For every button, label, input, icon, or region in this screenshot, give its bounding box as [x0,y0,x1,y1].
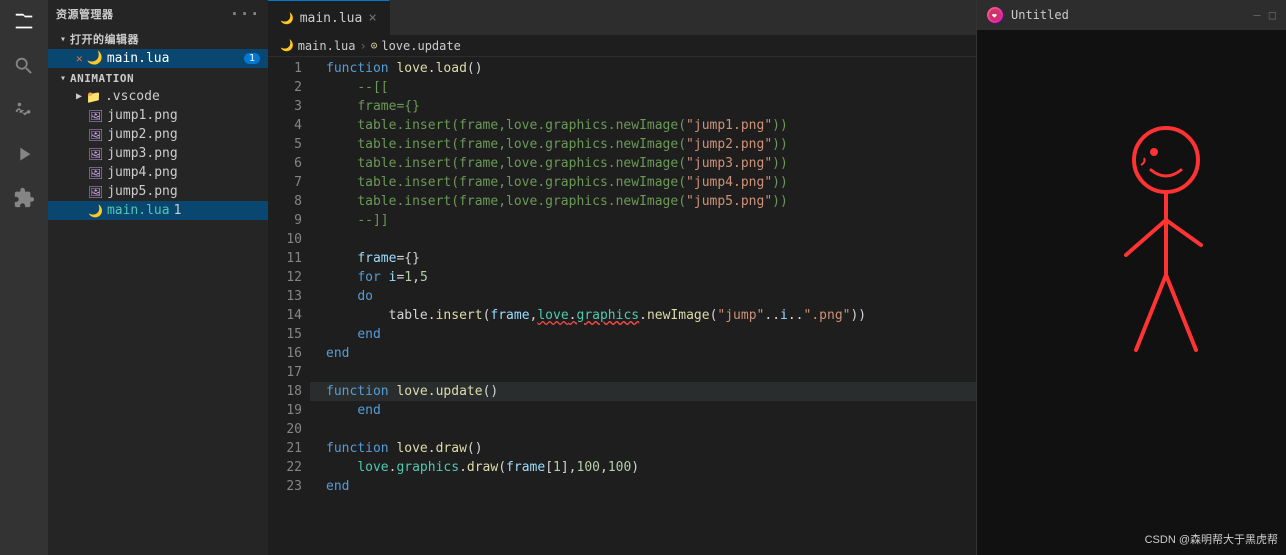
preview-canvas: CSDN @森明帮大于黑虎帮 [977,30,1286,555]
line-numbers: 12345 678910 1112131415 1617181920 21222… [268,57,310,555]
files-icon[interactable] [10,8,38,36]
code-line-10 [310,230,976,249]
preview-titlebar: ❤ Untitled — □ [977,0,1286,30]
watermark: CSDN @森明帮大于黑虎帮 [1145,531,1278,547]
tab-close-icon[interactable]: × [368,10,376,26]
code-line-17 [310,363,976,382]
chevron-down-icon-2: ▾ [60,73,66,84]
code-line-14: table.insert(frame,love.graphics.newImag… [310,306,976,325]
tab-main-lua[interactable]: 🌙 main.lua × [268,0,390,35]
jump5-label: jump5.png [107,184,177,199]
code-line-15: end [310,325,976,344]
animation-folder-label: ANIMATION [70,72,134,85]
code-line-21: function love.draw() [310,439,976,458]
debug-icon[interactable] [10,140,38,168]
png-icon-2: 🖼 [88,128,103,142]
open-file-badge: 1 [244,53,260,64]
lua-file-icon-2: 🌙 [88,204,103,218]
minimize-icon[interactable]: — [1254,8,1261,22]
code-line-8: table.insert(frame,love.graphics.newImag… [310,192,976,211]
lua-icon: 🌙 [87,51,103,66]
source-control-icon[interactable] [10,96,38,124]
vscode-folder[interactable]: ▶ 📁 .vscode [48,87,268,106]
sidebar: 资源管理器 ··· ▾ 打开的编辑器 ✕ 🌙 main.lua 1 ▾ ANIM… [48,0,268,555]
stick-figure [1106,110,1226,390]
code-line-18: function love.update() [310,382,976,401]
lua-file-icon: ✕ [76,52,83,65]
breadcrumb-sep-1: › [360,39,367,53]
code-line-2: --[[ [310,78,976,97]
jump2-label: jump2.png [107,127,177,142]
jump5-png[interactable]: 🖼 jump5.png [48,182,268,201]
open-editors-toggle[interactable]: ▾ 打开的编辑器 [48,29,268,49]
code-line-16: end [310,344,976,363]
code-line-20 [310,420,976,439]
open-file-main-lua[interactable]: ✕ 🌙 main.lua 1 [48,49,268,68]
code-line-13: do [310,287,976,306]
open-file-label: main.lua [107,51,170,66]
tab-lua-icon: 🌙 [280,12,294,25]
animation-folder-section: ▾ ANIMATION ▶ 📁 .vscode 🖼 jump1.png 🖼 ju… [48,70,268,220]
code-line-7: table.insert(frame,love.graphics.newImag… [310,173,976,192]
breadcrumb-file[interactable]: main.lua [298,39,356,53]
preview-title: Untitled [1011,8,1069,22]
code-line-5: table.insert(frame,love.graphics.newImag… [310,135,976,154]
preview-panel: ❤ Untitled — □ CSDN @森明帮大于黑虎帮 [976,0,1286,555]
png-icon-4: 🖼 [88,166,103,180]
tab-bar: 🌙 main.lua × [268,0,976,35]
extensions-icon[interactable] [10,184,38,212]
png-icon-5: 🖼 [88,185,103,199]
png-icon-1: 🖼 [88,109,103,123]
breadcrumb: 🌙 main.lua › ⊙ love.update [268,35,976,57]
sidebar-header: 资源管理器 ··· [48,0,268,27]
code-line-3: frame={} [310,97,976,116]
code-line-6: table.insert(frame,love.graphics.newImag… [310,154,976,173]
svg-text:❤: ❤ [992,11,997,20]
code-line-22: love.graphics.draw(frame[1],100,100) [310,458,976,477]
code-lines[interactable]: function love.load() --[[ frame={} table… [310,57,976,555]
jump1-label: jump1.png [107,108,177,123]
code-editor[interactable]: 12345 678910 1112131415 1617181920 21222… [268,57,976,555]
activity-bar [0,0,48,555]
search-icon[interactable] [10,52,38,80]
open-editors-label: 打开的编辑器 [70,31,139,47]
code-line-23: end [310,477,976,496]
editor-area: 🌙 main.lua × 🌙 main.lua › ⊙ love.update … [268,0,976,555]
jump4-png[interactable]: 🖼 jump4.png [48,163,268,182]
jump3-label: jump3.png [107,146,177,161]
code-line-12: for i=1,5 [310,268,976,287]
breadcrumb-fn[interactable]: love.update [381,39,460,53]
code-line-11: frame={} [310,249,976,268]
main-lua-label: main.lua [107,203,170,218]
tab-label: main.lua [300,11,363,26]
code-line-19: end [310,401,976,420]
jump1-png[interactable]: 🖼 jump1.png [48,106,268,125]
chevron-down-icon: ▾ [60,34,66,45]
jump4-label: jump4.png [107,165,177,180]
preview-controls: — □ [1254,8,1276,22]
png-icon-3: 🖼 [88,147,103,161]
code-line-1: function love.load() [310,59,976,78]
sidebar-more-icon[interactable]: ··· [230,4,260,23]
code-line-4: table.insert(frame,love.graphics.newImag… [310,116,976,135]
vscode-label: .vscode [105,89,160,104]
open-editors-section: ▾ 打开的编辑器 ✕ 🌙 main.lua 1 [48,29,268,68]
jump2-png[interactable]: 🖼 jump2.png [48,125,268,144]
maximize-icon[interactable]: □ [1269,8,1276,22]
code-line-9: --]] [310,211,976,230]
love-icon: ❤ [987,7,1003,23]
chevron-right-icon: ▶ [76,91,82,102]
animation-folder-toggle[interactable]: ▾ ANIMATION [48,70,268,87]
breadcrumb-fn-icon: ⊙ [371,39,378,52]
jump3-png[interactable]: 🖼 jump3.png [48,144,268,163]
folder-icon: 📁 [86,90,101,104]
main-lua-badge: 1 [174,203,182,218]
breadcrumb-lua-icon: 🌙 [280,39,294,52]
main-lua-explorer[interactable]: 🌙 main.lua 1 [48,201,268,220]
